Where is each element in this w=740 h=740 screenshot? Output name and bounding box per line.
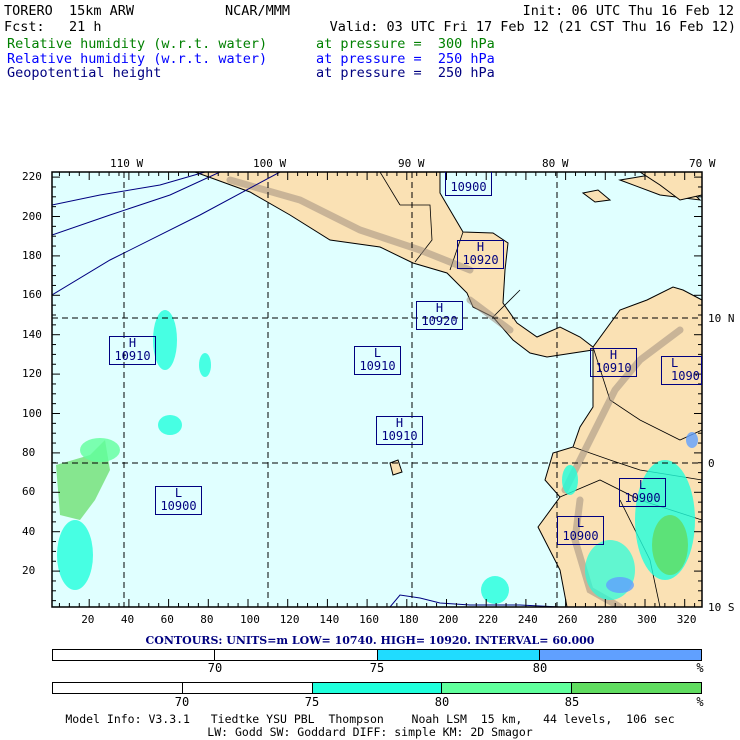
- colorbar-label: 75: [369, 661, 385, 675]
- y-tick-label: 80: [22, 445, 36, 459]
- weather-chart: TORERO 15km ARW NCAR/MMM Init: 06 UTC Th…: [0, 0, 740, 740]
- pressure-system-label: L 1090: [661, 356, 702, 385]
- x-tick-label: 200: [438, 613, 459, 626]
- y-tick-label: 40: [22, 524, 36, 538]
- x-tick-label: 20: [81, 613, 95, 626]
- colorbar-segment: [53, 650, 216, 660]
- x-tick-label: 280: [597, 613, 618, 626]
- x-tick-label: 140: [319, 613, 340, 626]
- y-tick-label: 220: [22, 170, 42, 184]
- y-tick-label: 120: [22, 367, 42, 381]
- colorbar-300hpa: [52, 682, 702, 694]
- colorbar-label: 75: [304, 695, 320, 709]
- pressure-system-label: L 10910: [354, 346, 401, 375]
- colorbar-label: 70: [174, 695, 190, 709]
- x-tick-label: 160: [359, 613, 379, 626]
- lon-label: 80 W: [542, 157, 569, 170]
- contour-info: CONTOURS: UNITS=m LOW= 10740. HIGH= 1092…: [145, 634, 595, 647]
- colorbar-segment: [215, 650, 378, 660]
- pressure-system-label: H 10920: [457, 240, 504, 269]
- x-tick-label: 320: [676, 613, 697, 626]
- model-physics: LW: Godd SW: Goddard DIFF: simple KM: 2D…: [207, 725, 533, 739]
- lat-label: 10 N: [708, 312, 735, 325]
- lon-label: 110 W: [110, 157, 144, 170]
- lat-label: 10 S: [708, 601, 735, 614]
- y-tick-label: 140: [22, 327, 42, 341]
- pressure-system-label: L 10900: [619, 478, 666, 507]
- colorbar-segment: [312, 683, 443, 693]
- x-tick-label: 60: [160, 613, 174, 626]
- pressure-system-label: H 10920: [416, 301, 463, 330]
- x-tick-label: 40: [120, 613, 135, 626]
- y-tick-label: 100: [22, 406, 42, 420]
- pressure-system-label: H 10910: [376, 416, 423, 445]
- lon-label: 90 W: [398, 157, 425, 170]
- colorbar-segment: [377, 650, 540, 660]
- y-tick-label: 180: [22, 248, 42, 262]
- x-tick-label: 240: [517, 613, 538, 626]
- x-tick-label: 260: [557, 613, 578, 626]
- x-tick-label: 120: [279, 613, 300, 626]
- x-tick-label: 220: [478, 613, 499, 626]
- lon-label: 100 W: [253, 157, 287, 170]
- colorbar-250hpa: [52, 649, 702, 661]
- colorbar-label: 85: [564, 695, 580, 709]
- model-info: Model Info: V3.3.1 Tiedtke YSU PBL Thomp…: [65, 712, 675, 726]
- x-tick-label: 80: [200, 613, 214, 626]
- x-tick-label: 300: [637, 613, 657, 626]
- y-tick-label: 60: [22, 485, 36, 499]
- colorbar-segment: [572, 683, 701, 693]
- pressure-system-label: H 10910: [590, 348, 637, 377]
- pressure-system-label: L 10900: [557, 516, 604, 545]
- y-tick-label: 200: [22, 209, 42, 223]
- y-tick-label: 160: [22, 288, 42, 302]
- pressure-system-label: L 10900: [155, 486, 202, 515]
- colorbar-segment: [183, 683, 313, 693]
- lon-label: 70 W: [689, 157, 716, 170]
- colorbar-segment: [539, 650, 701, 660]
- lat-label: 0: [708, 457, 715, 470]
- pressure-system-label: H 10910: [109, 336, 156, 365]
- y-tick-label: 20: [22, 564, 36, 578]
- colorbar-segment: [53, 683, 183, 693]
- colorbar-segment: [442, 683, 573, 693]
- x-tick-label: 100: [240, 613, 260, 626]
- colorbar-label: %: [696, 695, 704, 709]
- colorbar-label: 70: [207, 661, 223, 675]
- colorbar-label: 80: [434, 695, 450, 709]
- x-tick-label: 180: [398, 613, 419, 626]
- colorbar-label: 80: [532, 661, 548, 675]
- colorbar-label: %: [696, 661, 704, 675]
